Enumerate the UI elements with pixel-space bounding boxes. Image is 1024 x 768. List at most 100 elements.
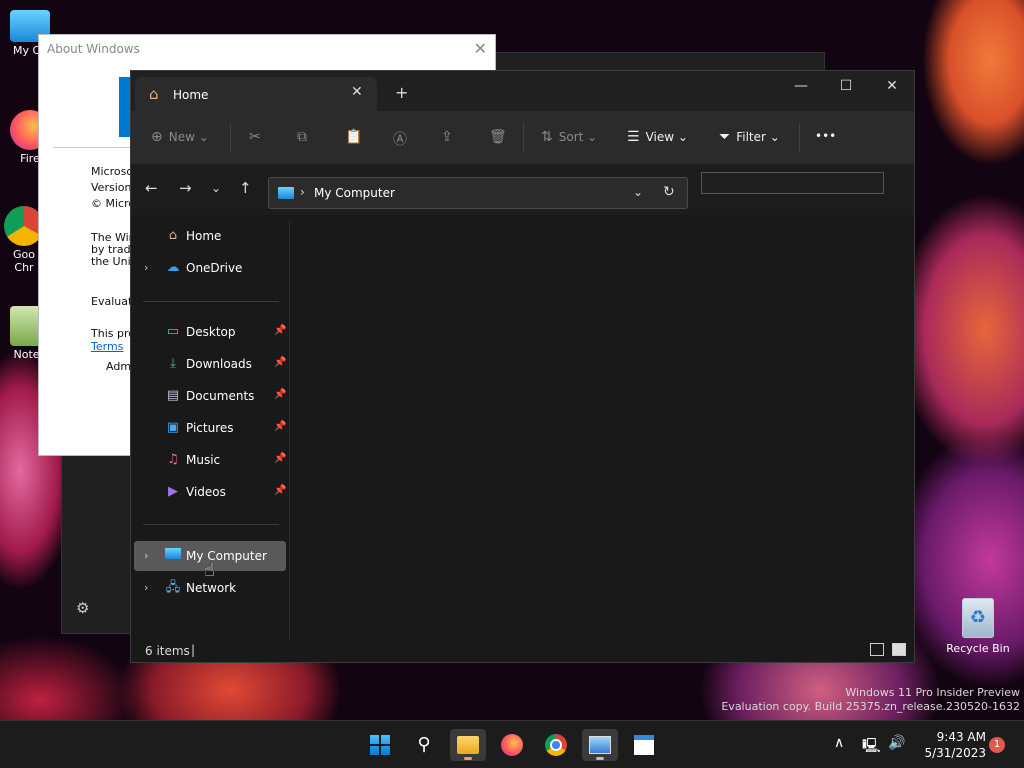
details-view-icon[interactable] bbox=[870, 643, 884, 656]
sidebar-item-onedrive[interactable]: › ☁ OneDrive bbox=[134, 253, 286, 283]
back-arrow-icon[interactable]: ← bbox=[145, 179, 158, 197]
desktop-icon-recycle-bin[interactable]: ♻ Recycle Bin bbox=[938, 598, 1018, 655]
view-button[interactable]: ☰ View ⌄ bbox=[627, 129, 688, 145]
expand-chevron-icon[interactable]: › bbox=[144, 549, 148, 562]
refresh-icon[interactable]: ↻ bbox=[663, 184, 675, 200]
tiles-view-icon[interactable] bbox=[892, 643, 906, 656]
videos-icon: ▶ bbox=[168, 484, 178, 499]
view-label: View bbox=[645, 130, 675, 144]
home-icon: ⌂ bbox=[168, 228, 178, 243]
new-label: New bbox=[168, 130, 195, 144]
music-icon: ♫ bbox=[167, 452, 179, 467]
plus-circle-icon: ⊕ bbox=[151, 129, 163, 145]
sidebar-divider bbox=[143, 301, 279, 302]
pin-icon[interactable]: 📌 bbox=[274, 389, 286, 400]
paste-icon[interactable]: 📋 bbox=[345, 129, 368, 145]
pane-splitter[interactable] bbox=[289, 221, 290, 639]
pin-icon[interactable]: 📌 bbox=[274, 421, 286, 432]
pin-icon[interactable]: 📌 bbox=[274, 453, 286, 464]
address-bar[interactable]: › My Computer ⌄ ↻ bbox=[268, 177, 688, 209]
command-bar: ⊕ New ⌄ ✂ ⧉ 📋 Ⓐ ⇪ 🗑 ⇅ Sort ⌄ ☰ View ⌄ ⏷ Filt… bbox=[131, 111, 914, 165]
pin-icon[interactable]: 📌 bbox=[274, 325, 286, 336]
new-tab-button[interactable]: + bbox=[395, 83, 408, 102]
start-button[interactable] bbox=[362, 729, 398, 761]
sidebar-divider bbox=[143, 524, 279, 525]
toolbar-divider bbox=[799, 123, 800, 153]
recent-locations-chevron-icon[interactable]: ⌄ bbox=[211, 181, 221, 195]
network-status-icon[interactable]: 🖳 bbox=[862, 735, 881, 759]
delete-icon[interactable]: 🗑 bbox=[489, 129, 513, 145]
close-tab-icon[interactable]: ✕ bbox=[351, 84, 363, 100]
sort-button[interactable]: ⇅ Sort ⌄ bbox=[541, 129, 597, 145]
status-separator: | bbox=[191, 643, 196, 657]
share-icon[interactable]: ⇪ bbox=[441, 129, 459, 145]
close-icon[interactable]: ✕ bbox=[474, 39, 487, 58]
navigation-bar: ← → ⌄ ↑ › My Computer ⌄ ↻ bbox=[131, 165, 914, 215]
search-icon: ⚲ bbox=[417, 734, 431, 755]
taskbar-file-explorer[interactable] bbox=[450, 729, 486, 761]
terms-link[interactable]: Terms bbox=[91, 341, 123, 353]
filter-label: Filter bbox=[736, 130, 766, 144]
up-arrow-icon[interactable]: ↑ bbox=[239, 179, 252, 197]
taskbar-firefox[interactable] bbox=[494, 729, 530, 761]
clock[interactable]: 9:43 AM 5/31/2023 bbox=[912, 729, 986, 761]
tab-home[interactable]: ⌂ Home ✕ bbox=[135, 77, 377, 111]
gear-icon[interactable]: ⚙ bbox=[76, 599, 89, 617]
breadcrumb-chevron-icon: › bbox=[300, 185, 305, 199]
volume-icon[interactable]: 🔊 bbox=[888, 735, 905, 751]
pin-icon[interactable]: 📌 bbox=[274, 357, 286, 368]
search-button[interactable]: ⚲ bbox=[406, 729, 442, 761]
sidebar-item-music[interactable]: ♫ Music 📌 bbox=[134, 445, 286, 475]
network-icon: 🖧 bbox=[165, 580, 181, 595]
taskbar-photos[interactable] bbox=[582, 729, 618, 761]
sort-icon: ⇅ bbox=[541, 129, 553, 145]
taskbar-notepad[interactable] bbox=[626, 729, 662, 761]
search-input[interactable] bbox=[701, 172, 884, 194]
notification-badge[interactable]: 1 bbox=[989, 737, 1005, 753]
about-text-line: Evaluati bbox=[91, 295, 136, 308]
documents-icon: ▤ bbox=[166, 388, 180, 403]
rename-icon[interactable]: Ⓐ bbox=[393, 129, 413, 149]
show-hidden-icons-chevron-icon[interactable]: ∧ bbox=[834, 735, 844, 751]
address-path: My Computer bbox=[314, 186, 395, 200]
sidebar-item-label: OneDrive bbox=[186, 261, 243, 275]
about-text-line: This pro bbox=[91, 327, 135, 340]
evaluation-watermark: Windows 11 Pro Insider Preview Evaluatio… bbox=[721, 686, 1020, 714]
taskbar-chrome[interactable] bbox=[538, 729, 574, 761]
cut-icon[interactable]: ✂ bbox=[249, 129, 267, 145]
sidebar-item-label: Documents bbox=[186, 389, 255, 403]
sidebar-item-pictures[interactable]: ▣ Pictures 📌 bbox=[134, 413, 287, 443]
sidebar-item-home[interactable]: ⌂ Home bbox=[134, 221, 286, 251]
expand-chevron-icon[interactable]: › bbox=[144, 261, 148, 274]
clock-time: 9:43 AM bbox=[936, 730, 986, 744]
firefox-icon bbox=[501, 734, 523, 756]
more-options-button[interactable]: ••• bbox=[815, 129, 836, 143]
close-window-button[interactable]: ✕ bbox=[877, 78, 907, 94]
recycle-bin-label: Recycle Bin bbox=[946, 642, 1010, 655]
pin-icon[interactable]: 📌 bbox=[274, 485, 286, 496]
about-text-line: the Unit bbox=[91, 255, 135, 268]
sidebar-item-videos[interactable]: ▶ Videos 📌 bbox=[134, 477, 286, 507]
forward-arrow-icon[interactable]: → bbox=[179, 179, 192, 197]
copy-icon[interactable]: ⧉ bbox=[297, 129, 313, 145]
running-indicator bbox=[596, 757, 604, 760]
filter-button[interactable]: ⏷ Filter ⌄ bbox=[719, 129, 780, 145]
sidebar-item-desktop[interactable]: ▭ Desktop 📌 bbox=[134, 317, 287, 347]
sidebar-item-label: Desktop bbox=[186, 325, 236, 339]
chrome-icon bbox=[545, 734, 567, 756]
sidebar-item-downloads[interactable]: ⤓ Downloads 📌 bbox=[134, 349, 286, 379]
start-icon bbox=[369, 734, 391, 756]
sidebar-item-label: Pictures bbox=[186, 421, 234, 435]
maximize-button[interactable]: ☐ bbox=[831, 78, 861, 94]
expand-chevron-icon[interactable]: › bbox=[144, 581, 148, 594]
sidebar-item-label: Home bbox=[186, 229, 222, 243]
pictures-icon: ▣ bbox=[166, 420, 180, 435]
status-bar: 6 items | bbox=[131, 637, 914, 663]
sidebar-item-documents[interactable]: ▤ Documents 📌 bbox=[134, 381, 287, 411]
minimize-button[interactable]: — bbox=[786, 78, 816, 94]
computer-icon bbox=[164, 548, 182, 564]
chevron-down-icon[interactable]: ⌄ bbox=[633, 185, 643, 199]
downloads-icon: ⤓ bbox=[170, 356, 176, 371]
new-button[interactable]: ⊕ New ⌄ bbox=[151, 129, 209, 145]
recycle-bin-icon: ♻ bbox=[962, 598, 994, 638]
